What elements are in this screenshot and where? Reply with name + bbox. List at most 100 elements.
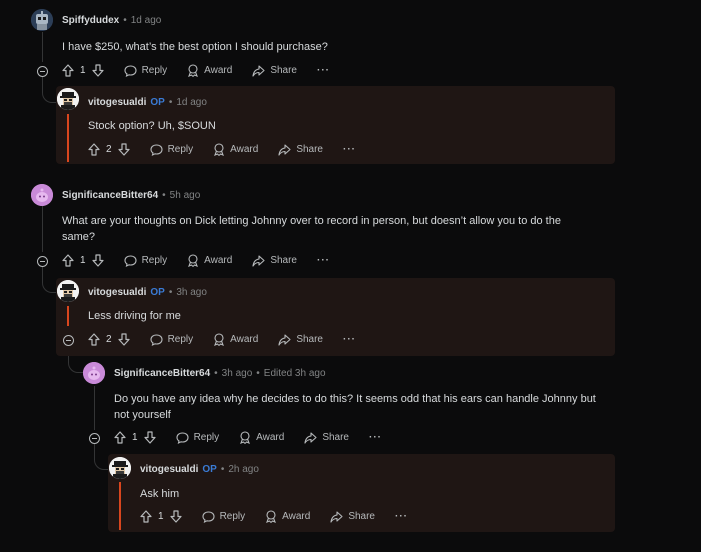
vote-count: 1 <box>132 432 138 443</box>
comment-line: Less driving for me <box>88 310 181 322</box>
more-options-button[interactable]: ··· <box>343 144 356 155</box>
award-ribbon-icon <box>188 64 199 77</box>
award-button[interactable]: Award <box>187 64 232 77</box>
reply-button[interactable]: Reply <box>124 64 167 77</box>
arrow-down-icon[interactable] <box>117 333 130 346</box>
vote-count: 2 <box>106 334 112 345</box>
award-button[interactable]: Award <box>187 254 232 267</box>
comment-body: What are your thoughts on Dick letting J… <box>62 213 561 245</box>
reply-label: Reply <box>193 432 220 443</box>
author-link[interactable]: vitogesualdi <box>140 464 198 475</box>
arrow-down-icon[interactable] <box>143 431 156 444</box>
reply-label: Reply <box>141 255 168 266</box>
timestamp[interactable]: 1d ago <box>131 15 162 26</box>
arrow-up-icon[interactable] <box>114 431 126 444</box>
timestamp[interactable]: 5h ago <box>170 190 201 201</box>
share-arrow-icon <box>278 333 291 346</box>
share-arrow-icon <box>252 64 265 77</box>
author-link[interactable]: SignificanceBitter64 <box>114 368 210 379</box>
arrow-down-icon[interactable] <box>169 510 182 523</box>
arrow-down-icon[interactable] <box>91 254 104 267</box>
award-button[interactable]: Award <box>265 510 310 523</box>
reply-button[interactable]: Reply <box>150 333 194 346</box>
share-label: Share <box>270 255 297 266</box>
vote-group: 2 <box>88 143 130 156</box>
avatar[interactable] <box>57 280 79 302</box>
more-options-button[interactable]: ··· <box>369 432 382 443</box>
author-link[interactable]: vitogesualdi <box>88 287 146 298</box>
award-label: Award <box>230 334 259 345</box>
op-badge: OP <box>202 464 217 475</box>
avatar[interactable] <box>31 9 53 31</box>
separator: • <box>214 368 218 379</box>
hat-man-avatar-icon <box>57 88 79 110</box>
share-button[interactable]: Share <box>278 143 323 156</box>
timestamp[interactable]: 1d ago <box>176 97 207 108</box>
separator: • <box>168 287 173 298</box>
arrow-up-icon[interactable] <box>88 333 100 346</box>
reply-button[interactable]: Reply <box>202 510 246 523</box>
collapse-button[interactable] <box>37 256 48 267</box>
more-options-button[interactable]: ··· <box>343 334 356 345</box>
vote-group: 1 <box>62 64 104 77</box>
op-badge: OP <box>150 97 165 108</box>
timestamp[interactable]: 3h ago <box>222 368 253 379</box>
avatar[interactable] <box>109 457 131 479</box>
award-ribbon-icon <box>214 333 225 346</box>
comment-body: Do you have any idea why he decides to d… <box>114 391 596 423</box>
author-link[interactable]: vitogesualdi <box>88 97 146 108</box>
arrow-up-icon[interactable] <box>62 64 74 77</box>
timestamp[interactable]: 2h ago <box>228 464 259 475</box>
arrow-up-icon[interactable] <box>140 510 152 523</box>
avatar[interactable] <box>31 184 53 206</box>
share-button[interactable]: Share <box>252 64 297 77</box>
share-button[interactable]: Share <box>278 333 323 346</box>
collapse-button[interactable] <box>89 433 100 444</box>
share-button[interactable]: Share <box>252 254 297 267</box>
arrow-up-icon[interactable] <box>62 254 74 267</box>
reply-button[interactable]: Reply <box>124 254 168 267</box>
snoo-avatar-icon <box>83 362 105 384</box>
collapse-button[interactable] <box>37 66 48 77</box>
reply-button[interactable]: Reply <box>150 143 194 156</box>
comment-meta: Spiffydudex • 1d ago <box>62 15 161 26</box>
separator: • <box>123 15 127 26</box>
separator: • <box>256 368 260 379</box>
edited-label: Edited 3h ago <box>263 368 326 379</box>
arrow-down-icon[interactable] <box>91 64 104 77</box>
share-label: Share <box>270 65 297 76</box>
reply-label: Reply <box>167 144 194 155</box>
share-label: Share <box>348 511 375 522</box>
more-options-button[interactable]: ··· <box>317 65 330 76</box>
collapse-button[interactable] <box>63 335 74 346</box>
more-options-button[interactable]: ··· <box>395 511 408 522</box>
separator: • <box>220 464 225 475</box>
arrow-down-icon[interactable] <box>117 143 130 156</box>
comment-meta: vitogesualdi OP • 2h ago <box>140 464 259 475</box>
share-arrow-icon <box>252 254 265 267</box>
op-highlight-bar <box>67 306 69 326</box>
arrow-up-icon[interactable] <box>88 143 100 156</box>
reply-button[interactable]: Reply <box>176 431 220 444</box>
timestamp[interactable]: 3h ago <box>176 287 207 298</box>
comment-line: Do you have any idea why he decides to d… <box>114 393 596 405</box>
reply-label: Reply <box>219 511 246 522</box>
avatar[interactable] <box>57 88 79 110</box>
share-button[interactable]: Share <box>304 431 349 444</box>
avatar[interactable] <box>83 362 105 384</box>
speech-bubble-icon <box>150 143 163 156</box>
award-button[interactable]: Award <box>239 431 284 444</box>
share-button[interactable]: Share <box>330 510 375 523</box>
share-label: Share <box>296 334 323 345</box>
author-link[interactable]: Spiffydudex <box>62 15 119 26</box>
vote-group: 1 <box>140 510 182 523</box>
share-arrow-icon <box>330 510 343 523</box>
speech-bubble-icon <box>176 431 189 444</box>
award-button[interactable]: Award <box>213 333 258 346</box>
award-button[interactable]: Award <box>213 143 258 156</box>
comment-line: Stock option? Uh, $SOUN <box>88 120 216 132</box>
thread-line <box>94 386 95 430</box>
reply-label: Reply <box>167 334 194 345</box>
more-options-button[interactable]: ··· <box>317 255 330 266</box>
author-link[interactable]: SignificanceBitter64 <box>62 190 158 201</box>
